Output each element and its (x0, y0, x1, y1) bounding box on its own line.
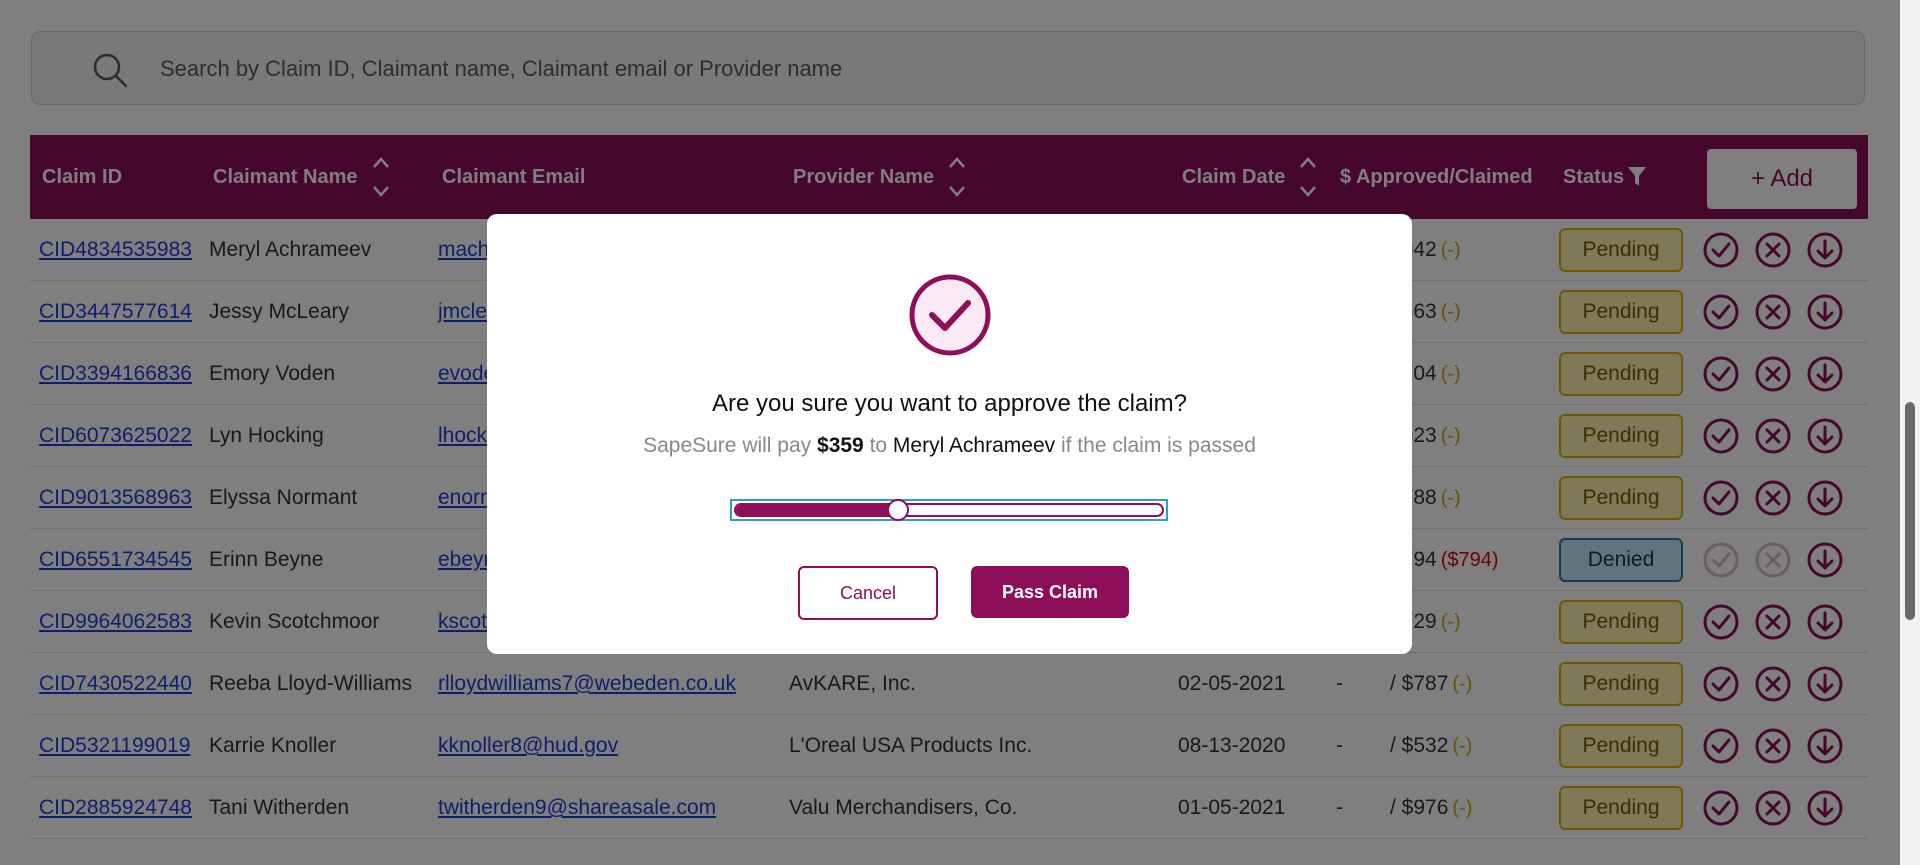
modal-title: Are you sure you want to approve the cla… (712, 390, 1187, 417)
claims-page: Claim ID Claimant Name Claimant Email Pr… (0, 0, 1900, 865)
payout-amount: $359 (817, 434, 864, 457)
claimant-name: Meryl Achrameev (892, 434, 1056, 457)
subtitle-text: SapeSure will pay (643, 434, 818, 457)
scrollbar-thumb[interactable] (1905, 402, 1915, 620)
slider-thumb[interactable] (886, 499, 909, 521)
pass-claim-button[interactable]: Pass Claim (971, 566, 1129, 618)
modal-subtitle: SapeSure will pay $359 to Meryl Achramee… (487, 434, 1412, 458)
subtitle-text: to (863, 434, 893, 457)
cancel-button[interactable]: Cancel (798, 566, 938, 620)
slider-track[interactable] (734, 499, 1164, 521)
payout-slider[interactable] (730, 499, 1168, 521)
subtitle-text: if the claim is passed (1055, 434, 1256, 457)
approve-claim-modal: Are you sure you want to approve the cla… (487, 214, 1412, 654)
slider-fill (736, 505, 898, 515)
scrollbar[interactable] (1900, 0, 1920, 865)
check-circle-icon (909, 274, 991, 356)
